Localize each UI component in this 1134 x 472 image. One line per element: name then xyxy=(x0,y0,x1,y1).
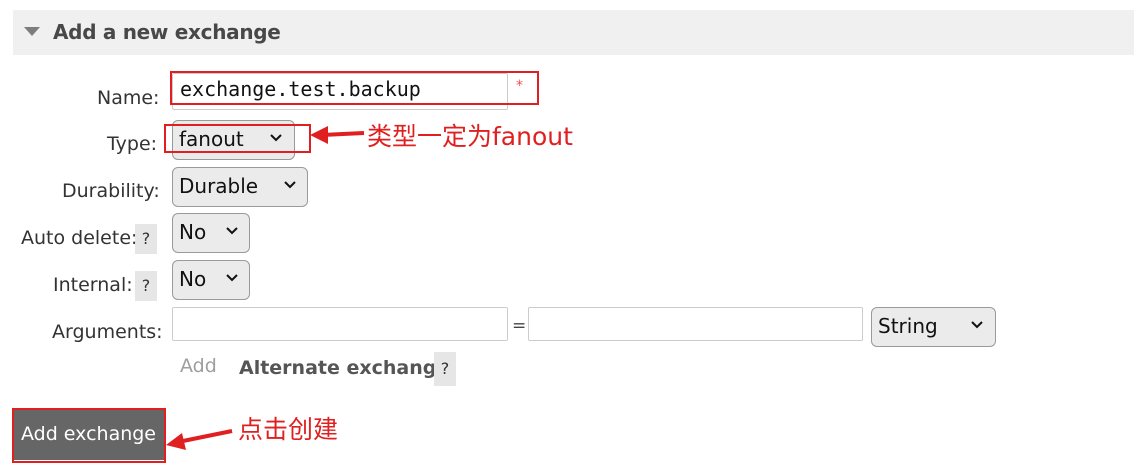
argument-value-input[interactable] xyxy=(528,307,863,341)
argument-type-select[interactable]: String xyxy=(871,307,996,347)
alternate-exchange-help-button[interactable]: ? xyxy=(434,352,456,386)
add-argument-link[interactable]: Add xyxy=(180,355,217,377)
submit-annotation-text: 点击创建 xyxy=(238,415,339,444)
chevron-down-icon xyxy=(226,227,238,235)
internal-select-value: No xyxy=(179,267,207,291)
chevron-down-icon xyxy=(284,181,296,189)
auto-delete-select-value: No xyxy=(179,220,207,244)
name-highlight-box xyxy=(170,71,539,105)
durability-select-value: Durable xyxy=(179,174,259,198)
auto-delete-help-button[interactable]: ? xyxy=(135,224,157,254)
equals-sign: = xyxy=(512,316,527,336)
alternate-exchange-shortcut[interactable]: Alternate exchange xyxy=(239,357,449,379)
annotation-arrow-icon xyxy=(310,126,365,144)
arguments-label: Arguments: xyxy=(52,321,163,343)
argument-key-input[interactable] xyxy=(172,307,508,341)
submit-highlight-box xyxy=(12,408,166,463)
auto-delete-select[interactable]: No xyxy=(172,213,250,253)
durability-label: Durability: xyxy=(62,180,160,202)
annotation-arrow-icon xyxy=(166,429,233,450)
internal-label: Internal: xyxy=(53,274,133,296)
type-label: Type: xyxy=(107,133,158,155)
internal-help-button[interactable]: ? xyxy=(135,271,157,301)
section-header[interactable]: Add a new exchange xyxy=(13,10,1134,55)
section-title: Add a new exchange xyxy=(53,20,281,44)
argument-type-select-value: String xyxy=(878,314,938,338)
name-label: Name: xyxy=(97,87,160,109)
internal-select[interactable]: No xyxy=(172,260,250,300)
durability-select[interactable]: Durable xyxy=(172,167,308,207)
collapse-triangle-icon[interactable] xyxy=(24,27,40,36)
type-highlight-box xyxy=(164,124,311,153)
chevron-down-icon xyxy=(971,321,983,329)
type-annotation-text: 类型一定为fanout xyxy=(367,122,573,151)
auto-delete-label: Auto delete: xyxy=(21,227,138,249)
chevron-down-icon xyxy=(226,274,238,282)
